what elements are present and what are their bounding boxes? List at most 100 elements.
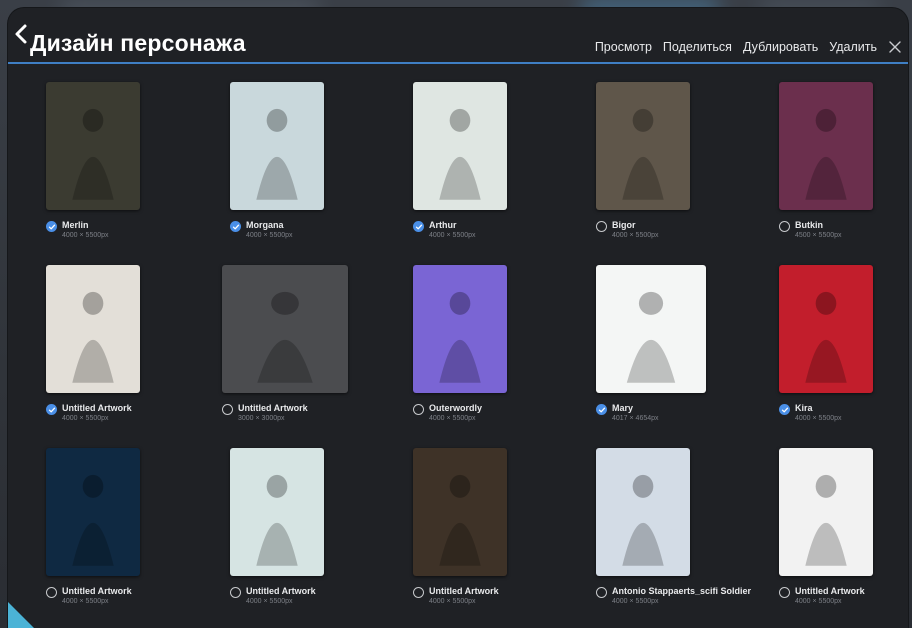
- artwork-dimensions: 4000 × 5500px: [62, 598, 109, 605]
- artwork-dimensions: 3000 × 3000px: [238, 415, 285, 422]
- selection-checked-icon[interactable]: [413, 221, 424, 232]
- selection-empty-icon[interactable]: [46, 587, 57, 598]
- artwork-thumbnail[interactable]: [46, 265, 140, 393]
- artwork-name: Morgana: [246, 220, 284, 230]
- artwork-name: Untitled Artwork: [238, 403, 308, 413]
- artwork-dimensions: 4000 × 5500px: [62, 232, 109, 239]
- artwork-item[interactable]: Bigor 4000 × 5500px: [596, 66, 776, 242]
- artwork-name: Untitled Artwork: [62, 586, 132, 596]
- artwork-item[interactable]: Untitled Artwork 3000 × 3000px: [222, 249, 410, 425]
- artwork-dimensions: 4000 × 5500px: [429, 232, 476, 239]
- character-figure-icon: [805, 474, 847, 566]
- header-actions: Просмотр Поделиться Дублировать Удалить: [595, 40, 902, 54]
- artwork-dimensions: 4000 × 5500px: [795, 415, 842, 422]
- artwork-dimensions: 4017 × 4654px: [612, 415, 659, 422]
- artwork-name: Outerwordly: [429, 403, 483, 413]
- artwork-item[interactable]: Kira 4000 × 5500px: [779, 249, 908, 425]
- corner-accent: [8, 602, 34, 628]
- artwork-item[interactable]: Antonio Stappaerts_scifi Soldier 4000 × 5…: [596, 432, 776, 608]
- artwork-item[interactable]: Merlin 4000 × 5500px: [46, 66, 226, 242]
- selection-checked-icon[interactable]: [230, 221, 241, 232]
- artwork-name: Untitled Artwork: [795, 586, 865, 596]
- artwork-name: Untitled Artwork: [62, 403, 132, 413]
- artwork-thumbnail[interactable]: [596, 448, 690, 576]
- character-figure-icon: [805, 108, 847, 200]
- page-title: Дизайн персонажа: [30, 30, 246, 56]
- artwork-thumbnail[interactable]: [596, 265, 706, 393]
- selection-empty-icon[interactable]: [779, 221, 790, 232]
- artwork-thumbnail[interactable]: [779, 82, 873, 210]
- character-figure-icon: [72, 291, 114, 383]
- artwork-dimensions: 4000 × 5500px: [246, 232, 293, 239]
- selection-checked-icon[interactable]: [779, 404, 790, 415]
- artwork-thumbnail[interactable]: [596, 82, 690, 210]
- artwork-item[interactable]: Untitled Artwork 4000 × 5500px: [46, 432, 226, 608]
- artwork-dimensions: 4000 × 5500px: [429, 415, 476, 422]
- character-figure-icon: [72, 474, 114, 566]
- artwork-item[interactable]: Arthur 4000 × 5500px: [413, 66, 593, 242]
- artwork-name: Bigor: [612, 220, 636, 230]
- artwork-name: Mary: [612, 403, 634, 413]
- artwork-item[interactable]: Butkin 4500 × 5500px: [779, 66, 908, 242]
- selection-checked-icon[interactable]: [46, 221, 57, 232]
- artwork-item[interactable]: Untitled Artwork 4000 × 5500px: [230, 432, 410, 608]
- artwork-name: Arthur: [429, 220, 457, 230]
- delete-button[interactable]: Удалить: [829, 40, 877, 54]
- selection-empty-icon[interactable]: [413, 587, 424, 598]
- artwork-dimensions: 4000 × 5500px: [429, 598, 476, 605]
- header-bar: Дизайн персонажа Просмотр Поделиться Дуб…: [8, 8, 908, 64]
- artwork-thumbnail[interactable]: [222, 265, 348, 393]
- character-figure-icon: [72, 108, 114, 200]
- artwork-dimensions: 4000 × 5500px: [612, 598, 659, 605]
- character-figure-icon: [439, 291, 481, 383]
- character-figure-icon: [256, 108, 298, 200]
- artwork-thumbnail[interactable]: [230, 82, 324, 210]
- artwork-thumbnail[interactable]: [413, 448, 507, 576]
- artwork-thumbnail[interactable]: [46, 82, 140, 210]
- artwork-thumbnail[interactable]: [413, 265, 507, 393]
- artwork-item[interactable]: Outerwordly 4000 × 5500px: [413, 249, 593, 425]
- character-figure-icon: [622, 108, 664, 200]
- share-button[interactable]: Поделиться: [663, 40, 732, 54]
- character-figure-icon: [257, 291, 313, 383]
- artwork-name: Butkin: [795, 220, 823, 230]
- artwork-thumbnail[interactable]: [230, 448, 324, 576]
- artwork-name: Kira: [795, 403, 813, 413]
- artwork-thumbnail[interactable]: [779, 265, 873, 393]
- preview-button[interactable]: Просмотр: [595, 40, 652, 54]
- artwork-name: Untitled Artwork: [429, 586, 499, 596]
- artwork-name: Antonio Stappaerts_scifi Soldier: [612, 586, 752, 596]
- artwork-item[interactable]: Mary 4017 × 4654px: [596, 249, 776, 425]
- chevron-left-icon: [15, 24, 27, 44]
- character-figure-icon: [256, 474, 298, 566]
- artwork-thumbnail[interactable]: [413, 82, 507, 210]
- artwork-dimensions: 4000 × 5500px: [612, 232, 659, 239]
- artwork-dimensions: 4500 × 5500px: [795, 232, 842, 239]
- artwork-name: Untitled Artwork: [246, 586, 316, 596]
- selection-empty-icon[interactable]: [596, 221, 607, 232]
- artwork-item[interactable]: Untitled Artwork 4000 × 5500px: [779, 432, 908, 608]
- character-figure-icon: [805, 291, 847, 383]
- artwork-dimensions: 4000 × 5500px: [246, 598, 293, 605]
- artwork-item[interactable]: Untitled Artwork 4000 × 5500px: [46, 249, 226, 425]
- selection-checked-icon[interactable]: [596, 404, 607, 415]
- selection-empty-icon[interactable]: [596, 587, 607, 598]
- artwork-dimensions: 4000 × 5500px: [795, 598, 842, 605]
- selection-checked-icon[interactable]: [46, 404, 57, 415]
- character-figure-icon: [622, 474, 664, 566]
- selection-empty-icon[interactable]: [222, 404, 233, 415]
- artwork-item[interactable]: Morgana 4000 × 5500px: [230, 66, 410, 242]
- selection-empty-icon[interactable]: [230, 587, 241, 598]
- artwork-dimensions: 4000 × 5500px: [62, 415, 109, 422]
- duplicate-button[interactable]: Дублировать: [743, 40, 818, 54]
- artwork-thumbnail[interactable]: [779, 448, 873, 576]
- character-figure-icon: [439, 108, 481, 200]
- character-figure-icon: [439, 474, 481, 566]
- selection-empty-icon[interactable]: [779, 587, 790, 598]
- selection-empty-icon[interactable]: [413, 404, 424, 415]
- artwork-item[interactable]: Untitled Artwork 4000 × 5500px: [413, 432, 593, 608]
- artwork-thumbnail[interactable]: [46, 448, 140, 576]
- artwork-grid: Merlin 4000 × 5500px Morgana 4000 × 5500px A…: [8, 66, 908, 626]
- close-icon[interactable]: [888, 40, 902, 54]
- artwork-name: Merlin: [62, 220, 89, 230]
